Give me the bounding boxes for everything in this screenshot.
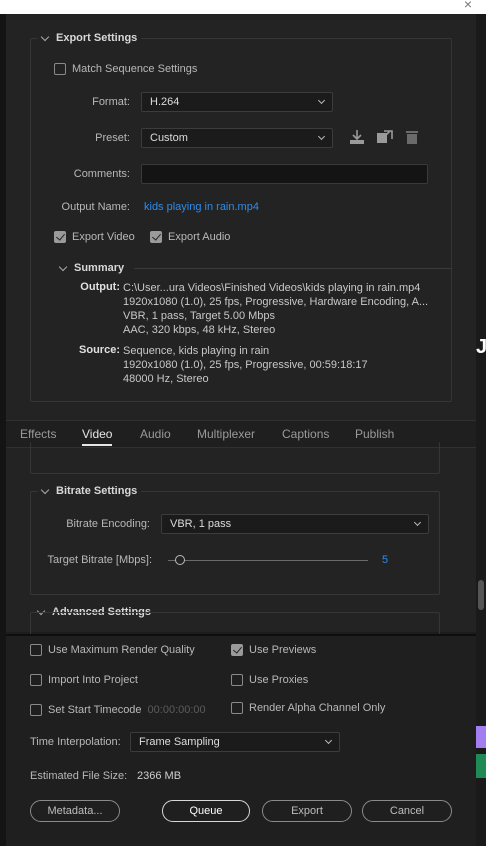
time-interpolation-label: Time Interpolation: [30, 736, 121, 748]
match-sequence-checkbox[interactable]: Match Sequence Settings [54, 63, 197, 75]
checkbox-box [30, 674, 42, 686]
checkbox-box [54, 63, 66, 75]
tab-multiplexer[interactable]: Multiplexer [197, 427, 255, 441]
bitrate-box [30, 491, 440, 595]
use-previews-label: Use Previews [249, 644, 317, 656]
metadata-button[interactable]: Metadata... [30, 800, 120, 822]
start-timecode-value: 00:00:00:00 [147, 704, 206, 716]
format-dropdown[interactable]: H.264 [141, 92, 333, 112]
delete-preset-icon[interactable] [405, 129, 419, 148]
summary-source-line: 1920x1080 (1.0), 25 fps, Progressive, 00… [123, 359, 368, 371]
timeline-clip-purple [476, 726, 486, 748]
set-start-timecode-checkbox[interactable]: Set Start Timecode 00:00:00:00 [30, 704, 206, 716]
previous-section-box [30, 442, 440, 474]
output-name-label: Output Name: [61, 201, 130, 213]
advanced-box [30, 612, 440, 636]
summary-output-line: AAC, 320 kbps, 48 kHz, Stereo [123, 324, 276, 336]
summary-source-line: Sequence, kids playing in rain [123, 345, 270, 357]
chevron-down-icon [58, 262, 68, 271]
bitrate-settings-header[interactable]: Bitrate Settings [38, 485, 142, 497]
time-interpolation-value: Frame Sampling [139, 736, 220, 748]
queue-button[interactable]: Queue [162, 800, 250, 822]
bitrate-encoding-value: VBR, 1 pass [170, 518, 232, 530]
cancel-button[interactable]: Cancel [362, 800, 452, 822]
export-audio-checkbox[interactable]: Export Audio [150, 231, 230, 243]
export-video-checkbox[interactable]: Export Video [54, 231, 135, 243]
chevron-down-icon [40, 485, 50, 494]
checkbox-box [150, 231, 162, 243]
output-name-link[interactable]: kids playing in rain.mp4 [144, 201, 259, 213]
export-settings-panel: Export Settings Match Sequence Settings … [6, 14, 476, 420]
chevron-down-icon [413, 518, 422, 527]
preset-label: Preset: [95, 132, 130, 144]
import-into-project-label: Import Into Project [48, 674, 138, 686]
checkbox-box [54, 231, 66, 243]
target-bitrate-value[interactable]: 5 [382, 554, 388, 566]
bitrate-encoding-dropdown[interactable]: VBR, 1 pass [161, 514, 429, 534]
use-proxies-label: Use Proxies [249, 674, 309, 686]
summary-header[interactable]: Summary [58, 262, 125, 274]
file-size-value: 2366 MB [137, 770, 182, 782]
use-previews-checkbox[interactable]: Use Previews [231, 644, 316, 656]
set-start-timecode-label: Set Start Timecode [48, 704, 142, 716]
background-glyph: J [476, 336, 486, 358]
time-interpolation-dropdown[interactable]: Frame Sampling [130, 732, 340, 752]
file-size-label: Estimated File Size: [30, 770, 128, 782]
preset-value: Custom [150, 132, 188, 144]
timeline-clip-green [476, 754, 486, 778]
max-render-quality-label: Use Maximum Render Quality [48, 644, 195, 656]
close-icon[interactable]: × [464, 0, 472, 12]
checkbox-box [30, 644, 42, 656]
checkbox-box [231, 644, 243, 656]
comments-label: Comments: [73, 168, 130, 180]
preset-dropdown[interactable]: Custom [141, 128, 333, 148]
chevron-down-icon [324, 736, 333, 745]
save-preset-icon[interactable] [348, 129, 366, 148]
format-label: Format: [92, 96, 130, 108]
summary-output-line: C:\User...ura Videos\Finished Videos\kid… [123, 282, 421, 294]
export-settings-header[interactable]: Export Settings [38, 32, 142, 44]
tab-publish[interactable]: Publish [355, 427, 394, 441]
chevron-down-icon [40, 32, 50, 41]
checkbox-box [231, 674, 243, 686]
summary-output-line: 1920x1080 (1.0), 25 fps, Progressive, Ha… [123, 296, 429, 308]
use-proxies-checkbox[interactable]: Use Proxies [231, 674, 308, 686]
summary-source-key: Source: [79, 344, 120, 356]
max-render-quality-checkbox[interactable]: Use Maximum Render Quality [30, 644, 195, 656]
window-top-strip [0, 0, 486, 14]
target-bitrate-label: Target Bitrate [Mbps]: [47, 554, 152, 566]
summary-source-line: 48000 Hz, Stereo [123, 373, 209, 385]
summary-title: Summary [74, 262, 125, 274]
scrollbar-thumb[interactable] [478, 580, 484, 610]
export-audio-label: Export Audio [168, 231, 231, 243]
import-preset-icon[interactable] [376, 129, 394, 148]
checkbox-box [30, 704, 42, 716]
import-into-project-checkbox[interactable]: Import Into Project [30, 674, 138, 686]
bitrate-settings-title: Bitrate Settings [56, 485, 138, 497]
bitrate-encoding-label: Bitrate Encoding: [66, 518, 150, 530]
format-value: H.264 [150, 96, 180, 108]
tab-captions[interactable]: Captions [282, 427, 329, 441]
render-alpha-checkbox[interactable]: Render Alpha Channel Only [231, 702, 385, 714]
target-bitrate-slider-thumb[interactable] [175, 555, 185, 565]
render-alpha-label: Render Alpha Channel Only [249, 702, 386, 714]
tab-audio[interactable]: Audio [140, 427, 171, 441]
target-bitrate-slider-track[interactable] [168, 560, 368, 561]
export-settings-title: Export Settings [56, 32, 138, 44]
export-button[interactable]: Export [262, 800, 352, 822]
export-options-panel: Use Maximum Render Quality Use Previews … [6, 634, 476, 846]
video-settings-panel: Bitrate Settings Bitrate Encoding: VBR, … [6, 442, 476, 636]
tab-effects[interactable]: Effects [20, 427, 56, 441]
chevron-down-icon [317, 96, 326, 105]
match-sequence-label: Match Sequence Settings [72, 63, 198, 75]
comments-field[interactable] [141, 164, 428, 184]
export-video-label: Export Video [72, 231, 135, 243]
summary-output-line: VBR, 1 pass, Target 5.00 Mbps [123, 310, 276, 322]
chevron-down-icon [317, 132, 326, 141]
checkbox-box [231, 702, 243, 714]
summary-output-key: Output: [80, 281, 120, 293]
background-app-edge: J [476, 14, 486, 846]
summary-divider [134, 268, 452, 269]
